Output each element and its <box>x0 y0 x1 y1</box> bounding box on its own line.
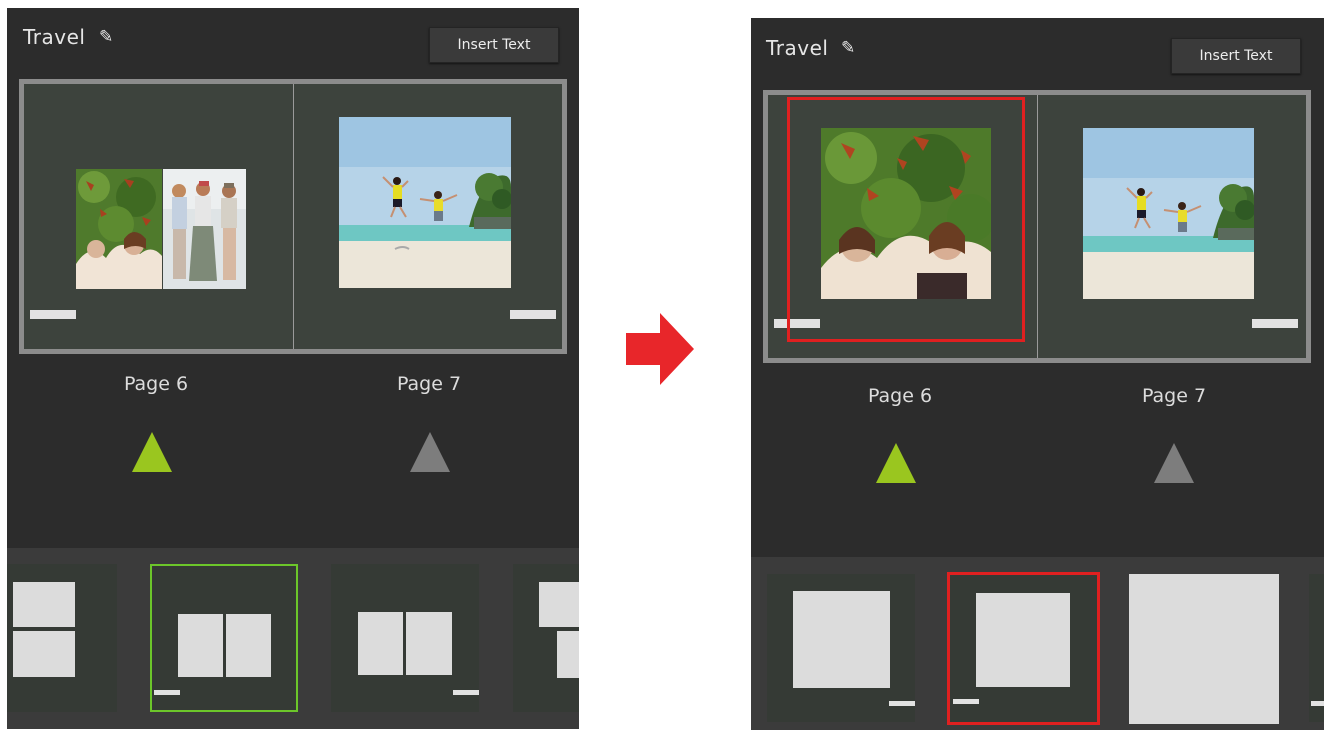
spread-pages <box>24 84 562 349</box>
album-title: Travel <box>766 36 829 60</box>
insert-text-button[interactable]: Insert Text <box>429 27 559 63</box>
layout-slot <box>178 614 223 677</box>
layout-strip <box>7 548 579 729</box>
layout-slot <box>539 582 579 627</box>
page-number-tag <box>1252 319 1298 328</box>
page-number-tag <box>953 699 979 704</box>
page-divider <box>293 84 294 349</box>
layout-slot <box>13 582 75 627</box>
pencil-icon[interactable]: ✎ <box>841 38 855 58</box>
inactive-page-indicator-icon <box>410 432 450 472</box>
editor-panel-before: Travel ✎ Insert Text Page 6 Page 7 <box>7 8 579 729</box>
page-spread <box>19 79 567 354</box>
layout-thumbnail[interactable] <box>513 564 579 712</box>
photo-beach-jump[interactable] <box>339 117 511 288</box>
active-page-indicator-icon <box>876 443 916 483</box>
layout-slot <box>976 593 1070 687</box>
layout-thumbnail[interactable] <box>7 564 117 712</box>
album-title: Travel <box>23 25 86 49</box>
inactive-page-indicator-icon <box>1154 443 1194 483</box>
editor-panel-after: Travel ✎ Insert Text Page 6 Page 7 <box>751 18 1324 730</box>
layout-slot <box>406 612 452 675</box>
active-page-indicator-icon <box>132 432 172 472</box>
page-6-label[interactable]: Page 6 <box>840 385 960 407</box>
layout-thumbnail-selected[interactable] <box>150 564 298 712</box>
page-number-tag <box>1311 701 1324 706</box>
layout-thumbnail-fullpage[interactable] <box>1129 574 1279 724</box>
photo-beach-jump[interactable] <box>1083 128 1254 299</box>
page-7-label[interactable]: Page 7 <box>369 373 489 395</box>
photo-girls-back[interactable] <box>163 169 246 289</box>
layout-slot <box>13 631 75 677</box>
insert-text-button[interactable]: Insert Text <box>1171 38 1301 74</box>
layout-slot <box>793 591 890 688</box>
layout-slot <box>557 631 579 678</box>
page-7-label[interactable]: Page 7 <box>1114 385 1234 407</box>
right-arrow-icon <box>626 313 694 385</box>
page-6-label[interactable]: Page 6 <box>96 373 216 395</box>
page-number-tag <box>889 701 915 706</box>
photo-leaves-girls[interactable] <box>76 169 162 289</box>
layout-slot <box>358 612 403 675</box>
selected-page-highlight <box>787 97 1025 342</box>
layout-slot <box>226 614 271 677</box>
layout-thumbnail[interactable] <box>331 564 479 712</box>
layout-thumbnail[interactable] <box>767 574 915 722</box>
layout-strip <box>751 557 1324 730</box>
page-number-tag <box>30 310 76 319</box>
layout-thumbnail[interactable] <box>1309 574 1324 722</box>
page-number-tag <box>510 310 556 319</box>
layout-thumbnail-highlighted[interactable] <box>947 572 1100 725</box>
page-number-tag <box>453 690 479 695</box>
page-divider <box>1037 95 1038 358</box>
pencil-icon[interactable]: ✎ <box>99 27 113 47</box>
page-number-tag <box>154 690 180 695</box>
